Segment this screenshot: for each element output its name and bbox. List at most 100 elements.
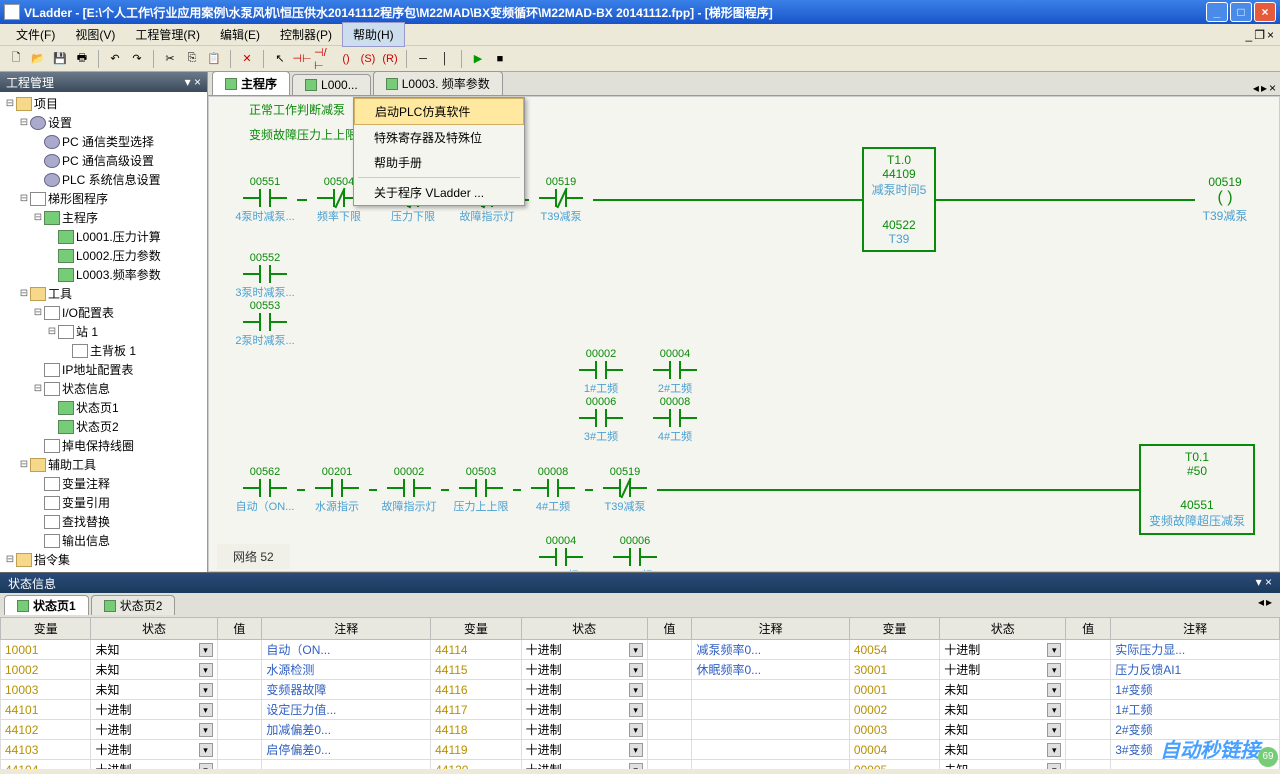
menu-help[interactable]: 帮助(H) [342,22,405,47]
state-cell[interactable]: 十进制▾ [521,700,647,720]
run-icon[interactable]: ▶ [468,49,488,69]
comment-cell[interactable] [692,740,849,760]
ladder-contact[interactable]: 00503 压力上上限 [449,466,513,514]
redo-icon[interactable]: ↷ [127,49,147,69]
comment-cell[interactable] [262,760,431,770]
dropdown-arrow-icon[interactable]: ▾ [1047,643,1061,657]
state-cell[interactable]: 十进制▾ [521,740,647,760]
status-tab-next-icon[interactable]: ▸ [1266,595,1272,615]
var-cell[interactable]: 10001 [1,640,91,660]
comment-cell[interactable] [692,760,849,770]
paste-icon[interactable]: 📋 [204,49,224,69]
ladder-contact[interactable]: 00562 自动（ON... [233,466,297,514]
tree-toggle-icon[interactable]: ⊟ [46,326,58,337]
open-icon[interactable]: 📂 [28,49,48,69]
sidebar-pin-icon[interactable]: ▾ × [185,75,201,89]
grid-row[interactable]: 44101十进制▾设定压力值...44117十进制▾00002未知▾1#工频 [1,700,1280,720]
ladder-contact[interactable]: 00552 3泵时减泵... [233,252,297,300]
comment-cell[interactable]: 自动（ON... [262,640,431,660]
value-cell[interactable] [217,740,262,760]
tree-item[interactable]: 变量引用 [2,493,205,512]
var-cell[interactable]: 44120 [431,760,521,770]
tree-item[interactable]: 状态页1 [2,398,205,417]
undo-icon[interactable]: ↶ [105,49,125,69]
status-tab-2[interactable]: 状态页2 [91,595,176,615]
menu-file[interactable]: 文件(F) [6,23,65,46]
value-cell[interactable] [217,700,262,720]
state-cell[interactable]: 未知▾ [91,680,217,700]
stop-icon[interactable]: ■ [490,49,510,69]
var-cell[interactable]: 44117 [431,700,521,720]
copy-icon[interactable]: ⎘ [182,49,202,69]
var-cell[interactable]: 44103 [1,740,91,760]
var-cell[interactable]: 40054 [849,640,939,660]
value-cell[interactable] [217,640,262,660]
tree-item[interactable]: L0001.压力计算 [2,227,205,246]
delete-icon[interactable]: ✕ [237,49,257,69]
dropdown-arrow-icon[interactable]: ▾ [199,743,213,757]
state-cell[interactable]: 十进制▾ [521,760,647,770]
grid-row[interactable]: 44102十进制▾加减偏差0...44118十进制▾00003未知▾2#变频 [1,720,1280,740]
tree-item[interactable]: 掉电保持线圈 [2,436,205,455]
comment-cell[interactable]: 压力反馈AI1 [1111,660,1280,680]
grid-header[interactable]: 注释 [1111,618,1280,640]
state-cell[interactable]: 十进制▾ [521,660,647,680]
comment-cell[interactable] [692,680,849,700]
dropdown-arrow-icon[interactable]: ▾ [1047,743,1061,757]
dropdown-arrow-icon[interactable]: ▾ [629,743,643,757]
menu-controller[interactable]: 控制器(P) [270,23,342,46]
maximize-button[interactable]: □ [1230,2,1252,22]
mdi-restore-icon[interactable]: ❐ [1254,28,1265,42]
ladder-contact[interactable]: 00004 2#工频 [529,535,593,572]
state-cell[interactable]: 十进制▾ [91,720,217,740]
status-pin-icon[interactable]: ▾ × [1256,575,1272,591]
timer-box-1[interactable]: T1.044109减泵时间540522T39 [862,147,937,252]
comment-cell[interactable]: 水源检测 [262,660,431,680]
value-cell[interactable] [217,760,262,770]
status-tab-prev-icon[interactable]: ◂ [1258,595,1264,615]
close-button[interactable]: × [1254,2,1276,22]
comment-cell[interactable]: 1#工频 [1111,700,1280,720]
tree-item[interactable]: PC 通信类型选择 [2,132,205,151]
comment-cell[interactable]: 启停偏差0... [262,740,431,760]
value-cell[interactable] [647,740,692,760]
state-cell[interactable]: 未知▾ [91,660,217,680]
grid-header[interactable]: 值 [1066,618,1111,640]
state-cell[interactable]: 十进制▾ [521,720,647,740]
var-cell[interactable]: 44114 [431,640,521,660]
tree-item[interactable]: 状态页2 [2,417,205,436]
var-cell[interactable]: 10002 [1,660,91,680]
tree-item[interactable]: 输出信息 [2,531,205,550]
value-cell[interactable] [1066,760,1111,770]
coil-set-icon[interactable]: (S) [358,49,378,69]
dropdown-arrow-icon[interactable]: ▾ [199,763,213,770]
dropdown-arrow-icon[interactable]: ▾ [629,683,643,697]
tree-item[interactable]: ⊟状态信息 [2,379,205,398]
grid-row[interactable]: 44103十进制▾启停偏差0...44119十进制▾00004未知▾3#变频 [1,740,1280,760]
tree-item[interactable]: ⊟梯形图程序 [2,189,205,208]
mdi-close-icon[interactable]: × [1267,28,1274,42]
grid-header[interactable]: 变量 [431,618,521,640]
var-cell[interactable]: 44101 [1,700,91,720]
grid-row[interactable]: 10002未知▾水源检测44115十进制▾休眠频率0...30001十进制▾压力… [1,660,1280,680]
tab-prev-icon[interactable]: ◂ [1253,81,1259,95]
comment-cell[interactable]: 变频器故障 [262,680,431,700]
tree-item[interactable]: L0003.频率参数 [2,265,205,284]
tab-l0003[interactable]: L0003. 频率参数 [373,71,503,95]
coil-icon[interactable]: () [336,49,356,69]
help-start-sim[interactable]: 启动PLC仿真软件 [354,98,524,125]
state-cell[interactable]: 十进制▾ [91,740,217,760]
state-cell[interactable]: 未知▾ [940,720,1066,740]
tree-toggle-icon[interactable]: ⊟ [32,212,44,223]
minimize-button[interactable]: _ [1206,2,1228,22]
grid-header[interactable]: 变量 [1,618,91,640]
ladder-contact[interactable]: 00008 4#工频 [643,396,707,444]
grid-header[interactable]: 状态 [940,618,1066,640]
tab-l000[interactable]: L000... [292,74,371,95]
tree-toggle-icon[interactable]: ⊟ [18,459,30,470]
tree-toggle-icon[interactable]: ⊟ [4,98,16,109]
dropdown-arrow-icon[interactable]: ▾ [199,703,213,717]
ladder-contact[interactable]: 00519 T39减泵 [593,466,657,514]
ladder-contact[interactable]: 00006 3#工频 [603,535,667,572]
state-cell[interactable]: 十进制▾ [940,640,1066,660]
